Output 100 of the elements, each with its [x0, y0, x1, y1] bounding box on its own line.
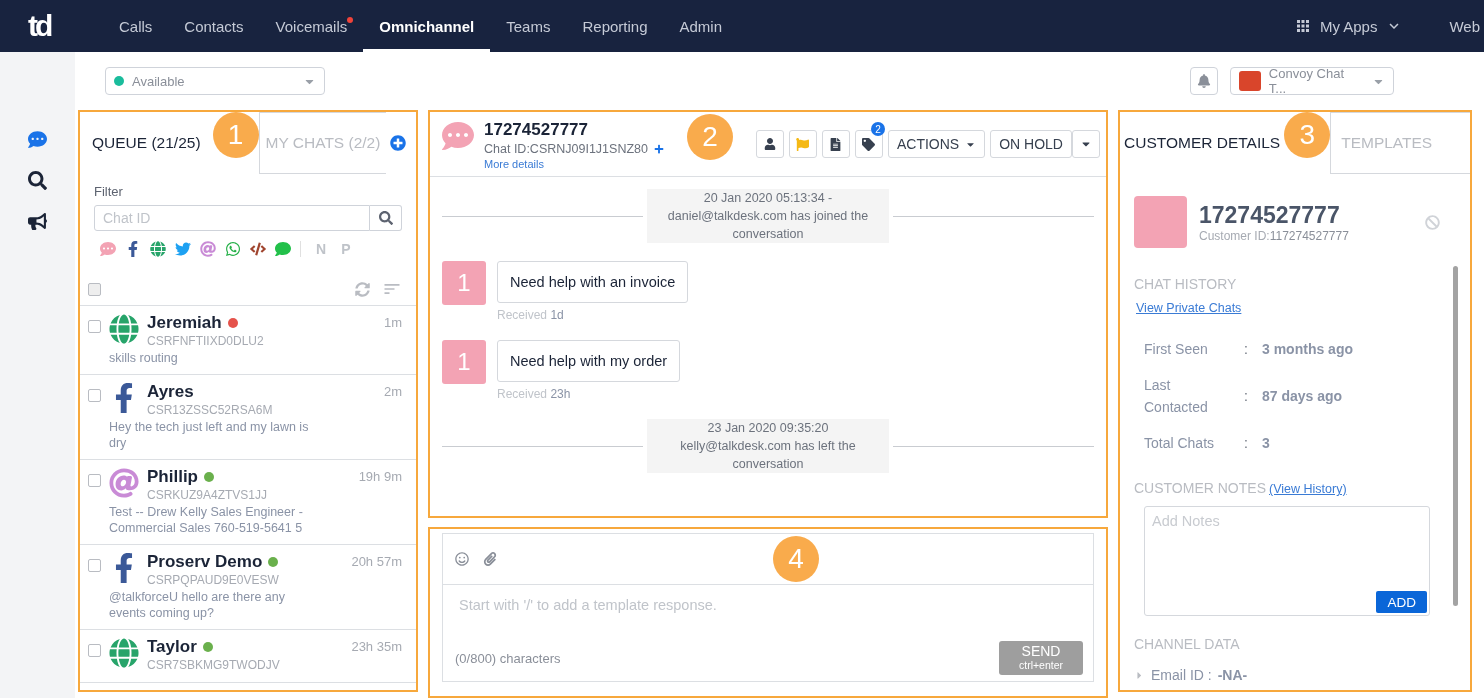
bell-icon: [1197, 74, 1211, 88]
field-label: Email ID :: [1151, 666, 1212, 685]
callout-marker: 2: [686, 114, 733, 160]
customer-id: Customer ID:117274527777: [1199, 228, 1350, 243]
chat-id: CSRFNFTIIXD0DLU2: [147, 333, 265, 350]
wait-time: 1m: [383, 314, 402, 332]
code-icon: [250, 241, 266, 257]
callout-marker: 1: [212, 112, 259, 158]
nav-tab[interactable]: Calls: [103, 0, 169, 52]
logo[interactable]: td: [28, 0, 103, 52]
search-button[interactable]: [370, 205, 402, 231]
refresh-icon[interactable]: [355, 281, 370, 297]
chat-bubble-icon: [442, 120, 474, 152]
tag-icon: [862, 137, 876, 151]
wait-time: 20h 57m: [351, 553, 402, 571]
system-message: 20 Jan 2020 05:13:34 - daniel@talkdesk.com has joined the conversation: [647, 189, 889, 243]
field-value: 87 days ago: [1262, 388, 1344, 404]
actions-dropdown[interactable]: ACTIONS: [887, 130, 986, 158]
field-separator: :: [1244, 341, 1249, 357]
brand-logo-icon: [1239, 71, 1261, 91]
megaphone-icon: [28, 212, 47, 231]
attach-icon[interactable]: [483, 552, 497, 566]
nav-tab[interactable]: Contacts: [168, 0, 260, 52]
message-preview: Hey the tech just left and my lawn is dry: [109, 419, 310, 451]
globe-icon: [109, 314, 139, 344]
received-time: Received 23h: [497, 387, 572, 401]
at-sign-icon: [109, 468, 139, 498]
more-details-link[interactable]: More details: [484, 158, 664, 170]
sidebar-button[interactable]: [28, 212, 47, 231]
contact-name: Ayres: [147, 383, 194, 401]
chat-id: CSRPQPAUD9E0VESW: [147, 572, 280, 589]
on-hold-button[interactable]: ON HOLD: [990, 130, 1072, 158]
emoji-icon[interactable]: [455, 552, 469, 566]
notifications-button[interactable]: [1190, 67, 1218, 95]
nav-tab[interactable]: Voicemails: [259, 0, 364, 52]
chat-id: CSR7SBKMG9TWODJV: [147, 657, 281, 674]
message-preview: skills routing: [109, 350, 179, 366]
globe-icon: [150, 241, 166, 257]
document-icon: [829, 137, 843, 151]
caret-button[interactable]: [1072, 130, 1100, 158]
callout-marker: 3: [1284, 112, 1331, 158]
contact-number: 17274527777: [484, 120, 589, 140]
user-icon: [763, 138, 776, 150]
notes-button[interactable]: [821, 130, 850, 158]
field-value: 3 months ago: [1262, 341, 1354, 357]
block-icon[interactable]: [1425, 214, 1440, 230]
contact-name: Proserv Demo: [147, 553, 263, 571]
count-badge: 2: [870, 122, 885, 136]
wait-time: 23h 35m: [351, 638, 402, 656]
nav-tab[interactable]: Reporting: [566, 0, 664, 52]
row-checkbox[interactable]: [88, 474, 101, 487]
wait-time: 2m: [383, 383, 402, 401]
section-heading: CUSTOMER NOTES: [1134, 480, 1266, 496]
row-checkbox[interactable]: [88, 389, 101, 402]
view-history-link[interactable]: (View History): [1269, 482, 1347, 496]
nav-tab[interactable]: Omnichannel: [363, 0, 491, 52]
row-checkbox[interactable]: [88, 644, 101, 657]
add-icon[interactable]: [390, 135, 407, 151]
message-preview: Test -- Drew Kelly Sales Engineer - Commercial Sales 760-519-5641 5: [109, 504, 304, 536]
panel-tab[interactable]: CUSTOMER DETAILS: [1120, 112, 1285, 174]
field-label: Last Contacted: [1144, 376, 1209, 417]
callout-marker: 4: [773, 536, 819, 582]
twitter-icon: [175, 241, 191, 257]
customer-avatar: 1: [442, 261, 486, 305]
chat-id: CSRKUZ9A4ZTVS1JJ: [147, 487, 269, 504]
customer-avatar: 1: [442, 340, 486, 384]
at-sign-icon: [200, 241, 216, 257]
add-button[interactable]: ADD: [1376, 591, 1427, 613]
nav-tab[interactable]: Admin: [663, 0, 739, 52]
whatsapp-icon: [225, 241, 241, 257]
message-bubble: Need help with an invoice: [497, 261, 689, 303]
field-value: 3: [1262, 435, 1271, 451]
character-counter: (0/800) characters: [455, 650, 561, 666]
contact-name: Taylor: [147, 638, 197, 656]
nav-tab[interactable]: Teams: [490, 0, 567, 52]
message-icon: [275, 241, 291, 257]
section-heading: CHANNEL DATA: [1134, 636, 1241, 652]
user-button[interactable]: [755, 130, 784, 158]
search-icon: [28, 171, 47, 190]
add-icon[interactable]: [653, 144, 664, 154]
message-preview: @talkforceU hello are there any events coming up?: [109, 589, 286, 621]
message-bubble: Need help with my order: [497, 340, 681, 382]
contact-name: Phillip: [147, 468, 198, 486]
row-checkbox[interactable]: [88, 559, 101, 572]
scrollbar[interactable]: [1453, 266, 1458, 606]
chat-id-search-field[interactable]: Chat ID: [94, 205, 370, 231]
select-all-checkbox[interactable]: [88, 282, 101, 296]
field-label: Total Chats: [1144, 434, 1216, 453]
my-apps-menu[interactable]: My Apps: [1293, 17, 1404, 35]
field-label: First Seen: [1144, 340, 1209, 359]
field-separator: :: [1244, 388, 1249, 404]
nav-tab[interactable]: Web: [1433, 14, 1484, 38]
field-separator: :: [1244, 435, 1249, 451]
panel-tab[interactable]: QUEUE (21/25): [80, 112, 213, 174]
contact-name: Jeremiah: [147, 314, 222, 332]
view-private-chats-link[interactable]: View Private Chats: [1136, 301, 1242, 315]
globe-icon: [109, 638, 139, 668]
row-checkbox[interactable]: [88, 320, 101, 333]
chat-id: Chat ID:CSRNJ09I1J1SNZ80: [484, 142, 648, 156]
sidebar-button[interactable]: [28, 171, 47, 190]
